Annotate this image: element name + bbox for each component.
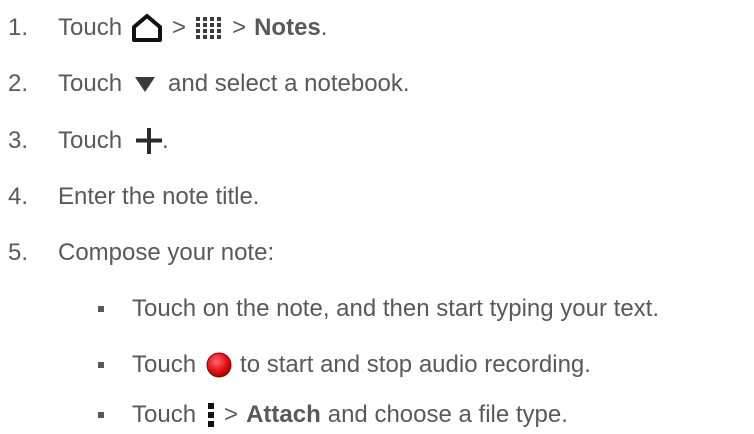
step-number: 3. <box>8 127 29 154</box>
step-label: Touch <box>132 401 197 428</box>
dropdown-triangle-icon <box>134 75 156 93</box>
menu-option: Attach <box>246 401 321 428</box>
substep-text: Touch on the note, and then start typing… <box>132 295 660 322</box>
app-name: Notes <box>254 14 321 41</box>
step-text: Enter the note title. <box>58 183 260 210</box>
bullet-icon <box>98 362 104 368</box>
step-detail: to start and stop audio recording. <box>240 351 591 378</box>
bullet-icon <box>98 306 104 312</box>
step-text: Touch . <box>58 127 169 155</box>
step-detail: and choose a file type. <box>327 401 568 428</box>
step-5: 5. Compose your note: <box>0 236 274 270</box>
period: . <box>320 14 328 41</box>
step-4: 4. Enter the note title. <box>0 180 259 214</box>
separator: > <box>224 401 239 428</box>
plus-icon <box>136 128 163 154</box>
step-text: Touch > > Notes . <box>58 13 327 43</box>
step-label: Touch <box>58 14 123 41</box>
step-text: Compose your note: <box>58 239 275 266</box>
step-text: Touch and select a notebook. <box>58 70 410 98</box>
step-3: 3. Touch . <box>0 124 169 158</box>
period: . <box>162 127 169 154</box>
menu-dots-icon <box>208 402 215 428</box>
substep-text: Touch to start and stop audio recording. <box>132 351 591 379</box>
bullet-icon <box>98 412 104 418</box>
step-number: 2. <box>8 70 29 97</box>
step-label: Touch <box>58 127 123 154</box>
separator: > <box>172 14 187 41</box>
substep-3: Touch > Attach and choose a file type. <box>0 398 568 432</box>
substep-2: Touch to start and stop audio recording. <box>0 348 591 382</box>
step-detail: and select a notebook. <box>168 70 410 97</box>
step-label: Touch <box>58 70 123 97</box>
step-number: 4. <box>8 183 29 210</box>
step-number: 1. <box>8 14 29 41</box>
home-icon <box>131 13 163 43</box>
step-label: Touch <box>132 351 197 378</box>
apps-grid-icon <box>196 16 222 40</box>
step-2: 2. Touch and select a notebook. <box>0 67 410 101</box>
record-icon <box>206 352 232 378</box>
separator: > <box>232 14 247 41</box>
step-1: 1. Touch > > Notes . <box>0 11 327 45</box>
substep-1: Touch on the note, and then start typing… <box>0 292 659 326</box>
step-number: 5. <box>8 239 29 266</box>
substep-text: Touch > Attach and choose a file type. <box>132 401 568 429</box>
